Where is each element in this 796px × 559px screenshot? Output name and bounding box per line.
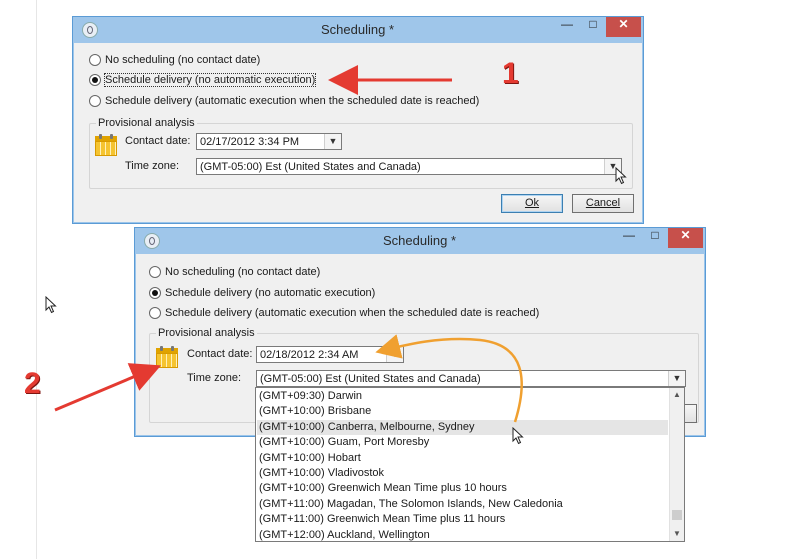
red-arrow-2 <box>54 363 162 412</box>
orange-curved-arrow <box>375 334 523 423</box>
annotation-arrows <box>54 65 523 423</box>
